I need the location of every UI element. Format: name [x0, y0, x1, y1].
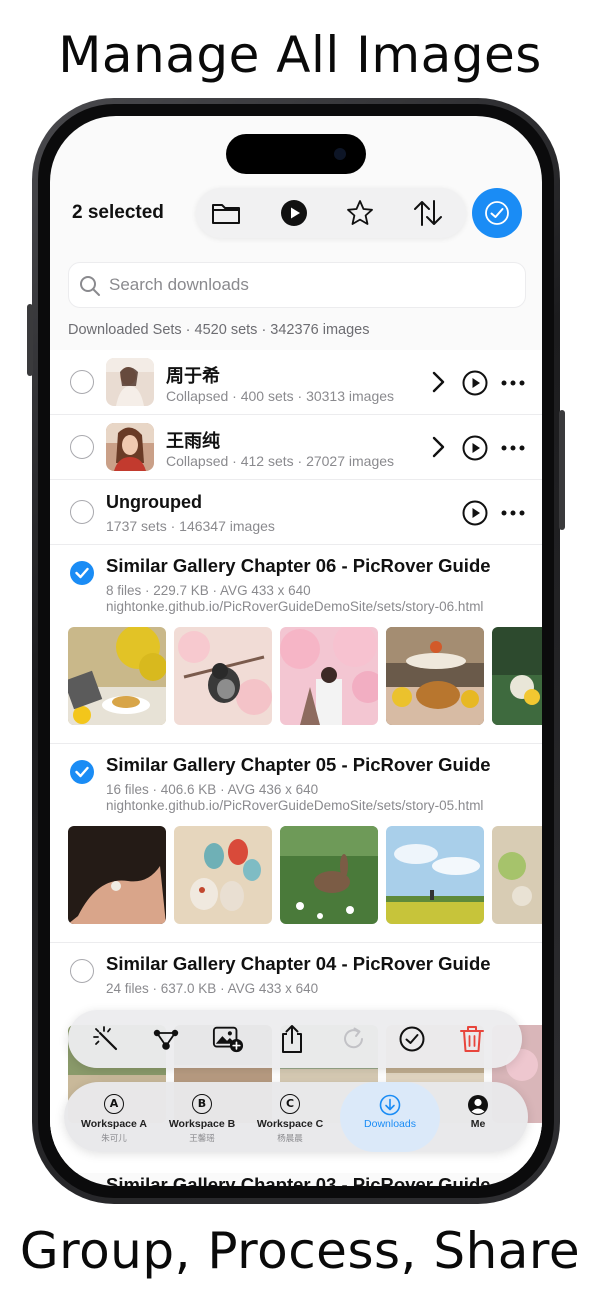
group-thumbnail — [106, 358, 154, 406]
chevron-right-icon[interactable] — [426, 435, 450, 459]
group-row[interactable]: 王雨纯 Collapsed · 412 sets · 27027 images — [50, 415, 542, 480]
gallery-photo[interactable] — [174, 627, 272, 725]
header-toolbar — [196, 188, 466, 238]
workspace-a-icon: A — [104, 1094, 124, 1114]
checkmark-icon — [75, 567, 89, 579]
gallery-photo[interactable] — [492, 627, 542, 725]
workspace-b-icon: B — [192, 1094, 212, 1114]
play-circle-icon[interactable] — [462, 370, 488, 396]
search-icon — [80, 276, 100, 296]
sort-icon[interactable] — [412, 197, 444, 229]
search-input[interactable] — [109, 263, 509, 307]
checkmark-icon[interactable] — [396, 1023, 428, 1055]
play-circle-icon[interactable] — [462, 435, 488, 461]
selected-count: 2 selected — [72, 202, 164, 223]
gallery-meta: 16 files · 406.6 KB · AVG 436 x 640 — [106, 782, 319, 797]
download-icon — [379, 1094, 401, 1116]
group-row[interactable]: 周于希 Collapsed · 400 sets · 30313 images — [50, 350, 542, 415]
select-radio-checked[interactable] — [70, 561, 94, 585]
select-radio[interactable] — [70, 370, 94, 394]
group-name: 王雨纯 — [166, 431, 220, 451]
gallery-title: Similar Gallery Chapter 04 - PicRover Gu… — [106, 953, 491, 974]
group-subtitle: 1737 sets · 146347 images — [106, 518, 275, 534]
selection-action-bar — [68, 1010, 522, 1068]
gallery-photo[interactable] — [386, 826, 484, 924]
gallery-title: Similar Gallery Chapter 05 - PicRover Gu… — [106, 754, 491, 775]
gallery-photo[interactable] — [386, 627, 484, 725]
tab-workspace-a[interactable]: A Workspace A 朱可儿 — [68, 1082, 160, 1152]
tab-workspace-b[interactable]: B Workspace B 王馨瑶 — [156, 1082, 248, 1152]
checkmark-icon — [75, 766, 89, 778]
group-name: Ungrouped — [106, 492, 202, 512]
gallery-thumbnails — [50, 826, 542, 926]
checkmark-circle-icon — [485, 201, 509, 225]
tab-label: Downloads — [364, 1118, 416, 1130]
folder-icon[interactable] — [210, 197, 242, 229]
tab-sublabel: 杨晨晨 — [277, 1133, 303, 1143]
gallery-photo[interactable] — [280, 627, 378, 725]
ungrouped-row[interactable]: Ungrouped 1737 sets · 146347 images — [50, 480, 542, 545]
tab-sublabel: 朱可儿 — [101, 1133, 127, 1143]
select-radio[interactable] — [70, 500, 94, 524]
tab-downloads[interactable]: Downloads — [340, 1082, 440, 1152]
promo-headline-top: Manage All Images — [58, 26, 542, 84]
share-icon[interactable] — [276, 1023, 308, 1055]
graph-icon[interactable] — [150, 1023, 182, 1055]
promo-headline-bottom: Group, Process, Share — [19, 1222, 581, 1280]
gallery-title: Similar Gallery Chapter 06 - PicRover Gu… — [106, 555, 491, 576]
trash-icon[interactable] — [456, 1023, 488, 1055]
play-circle-icon[interactable] — [462, 500, 488, 526]
tab-bar: A Workspace A 朱可儿 B Workspace B 王馨瑶 C Wo… — [64, 1082, 528, 1152]
gallery-photo[interactable] — [174, 826, 272, 924]
tab-label: Workspace C — [256, 1118, 324, 1130]
add-image-icon[interactable] — [212, 1023, 244, 1055]
gallery-url[interactable]: nightonke.github.io/PicRoverGuideDemoSit… — [106, 599, 483, 614]
select-radio-checked[interactable] — [70, 760, 94, 784]
tab-label: Me — [470, 1118, 486, 1130]
gallery-photo[interactable] — [68, 627, 166, 725]
phone-frame: 2 selected Downloaded Sets · 4520 sets ·… — [27, 98, 565, 1204]
redo-icon[interactable] — [338, 1023, 370, 1055]
next-gallery-title[interactable]: Similar Gallery Chapter 03 - PicRover Gu… — [106, 1174, 491, 1186]
gallery-item[interactable]: Similar Gallery Chapter 06 - PicRover Gu… — [50, 545, 542, 744]
more-icon[interactable] — [500, 435, 526, 461]
gallery-thumbnails — [50, 627, 542, 727]
gallery-url[interactable]: nightonke.github.io/PicRoverGuideDemoSit… — [106, 798, 483, 813]
select-radio[interactable] — [70, 959, 94, 983]
gallery-meta: 8 files · 229.7 KB · AVG 433 x 640 — [106, 583, 311, 598]
tab-me[interactable]: Me — [432, 1082, 524, 1152]
magic-wand-icon[interactable] — [90, 1023, 122, 1055]
play-icon[interactable] — [278, 197, 310, 229]
chevron-right-icon[interactable] — [426, 370, 450, 394]
select-mode-button[interactable] — [472, 188, 522, 238]
more-icon[interactable] — [500, 370, 526, 396]
tab-sublabel: 王馨瑶 — [189, 1133, 215, 1143]
search-bar[interactable] — [68, 262, 526, 308]
more-icon[interactable] — [500, 500, 526, 526]
app-screen: 2 selected Downloaded Sets · 4520 sets ·… — [50, 116, 542, 1186]
tab-label: Workspace A — [81, 1118, 147, 1130]
tab-label: Workspace B — [168, 1118, 236, 1130]
gallery-item[interactable]: Similar Gallery Chapter 05 - PicRover Gu… — [50, 744, 542, 943]
gallery-photo[interactable] — [280, 826, 378, 924]
group-subtitle: Collapsed · 412 sets · 27027 images — [166, 453, 395, 469]
gallery-photo[interactable] — [492, 826, 542, 924]
gallery-photo[interactable] — [68, 826, 166, 924]
gallery-meta: 24 files · 637.0 KB · AVG 433 x 640 — [106, 981, 319, 996]
tab-workspace-c[interactable]: C Workspace C 杨晨晨 — [244, 1082, 336, 1152]
person-icon — [468, 1095, 488, 1115]
downloads-summary: Downloaded Sets · 4520 sets · 342376 ima… — [68, 322, 370, 338]
star-icon[interactable] — [344, 197, 376, 229]
select-radio[interactable] — [70, 435, 94, 459]
group-subtitle: Collapsed · 400 sets · 30313 images — [166, 388, 395, 404]
group-thumbnail — [106, 423, 154, 471]
group-name: 周于希 — [166, 366, 220, 386]
dynamic-island — [226, 134, 366, 174]
workspace-c-icon: C — [280, 1094, 300, 1114]
